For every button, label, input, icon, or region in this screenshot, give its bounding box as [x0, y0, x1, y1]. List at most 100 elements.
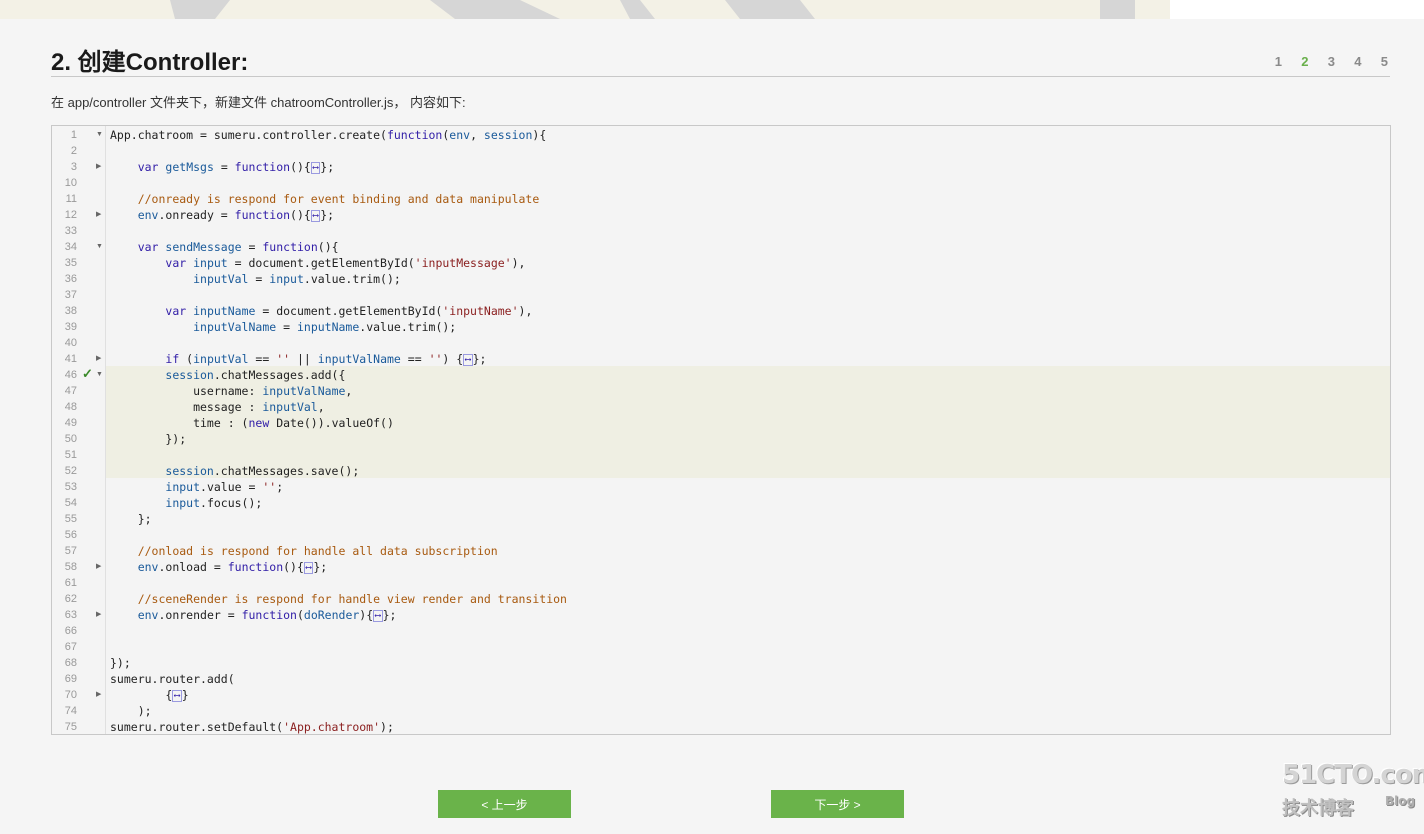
code-text: session.chatMessages.add({	[165, 368, 346, 382]
editor-code-area[interactable]: App.chatroom = sumeru.controller.create(…	[106, 126, 1390, 734]
fold-open-icon[interactable]: ▼	[96, 367, 103, 383]
code-line[interactable]	[106, 143, 1390, 159]
line-number: 70	[64, 689, 77, 701]
gutter-line: 37	[52, 287, 105, 303]
code-line[interactable]: App.chatroom = sumeru.controller.create(…	[106, 127, 1390, 143]
code-line[interactable]: env.onload = function(){⟷};	[106, 559, 1390, 575]
code-editor[interactable]: 1 ▼ 2 3 ▶ 10 11 12 ▶ 33 34 ▼ 35 36 37 38 39 40 41 ▶ 46 ✓ ▼ 47 48…	[51, 125, 1391, 735]
code-line[interactable]	[106, 287, 1390, 303]
code-line[interactable]	[106, 447, 1390, 463]
line-number: 57	[64, 545, 77, 557]
gutter-line: 36	[52, 271, 105, 287]
code-line[interactable]	[106, 527, 1390, 543]
step-link-3[interactable]: 3	[1309, 54, 1335, 69]
code-line[interactable]: username: inputValName,	[106, 383, 1390, 399]
code-line[interactable]: if (inputVal == '' || inputValName == ''…	[106, 351, 1390, 367]
line-number: 74	[64, 705, 77, 717]
fold-expand-marker[interactable]: ⟷	[172, 689, 182, 702]
prev-step-button[interactable]: < 上一步	[438, 790, 571, 818]
code-line[interactable]: var inputName = document.getElementById(…	[106, 303, 1390, 319]
fold-open-icon[interactable]: ▼	[96, 127, 103, 143]
code-line[interactable]: //onload is respond for handle all data …	[106, 543, 1390, 559]
gutter-line: 3 ▶	[52, 159, 105, 175]
code-line[interactable]	[106, 639, 1390, 655]
banner-graphic	[0, 0, 1424, 19]
code-line[interactable]: {⟷}	[106, 687, 1390, 703]
fold-expand-marker[interactable]: ⟷	[303, 561, 314, 574]
gutter-line: 49	[52, 415, 105, 431]
code-line[interactable]: var input = document.getElementById('inp…	[106, 255, 1390, 271]
line-number: 66	[64, 625, 77, 637]
line-number: 2	[70, 145, 77, 157]
line-number: 11	[65, 193, 77, 205]
gutter-line: 61	[52, 575, 105, 591]
line-number: 51	[64, 449, 77, 461]
code-line[interactable]: sumeru.router.add(	[106, 671, 1390, 687]
line-number: 53	[64, 481, 77, 493]
code-line[interactable]: session.chatMessages.save();	[106, 463, 1390, 479]
code-line[interactable]	[106, 623, 1390, 639]
code-line[interactable]: time : (new Date()).valueOf()	[106, 415, 1390, 431]
step-link-5[interactable]: 5	[1362, 54, 1388, 69]
line-number: 55	[64, 513, 77, 525]
code-line[interactable]: var getMsgs = function(){⟷};	[106, 159, 1390, 175]
code-line[interactable]	[106, 335, 1390, 351]
code-line[interactable]	[106, 175, 1390, 191]
gutter-line: 52	[52, 463, 105, 479]
fold-closed-icon[interactable]: ▶	[96, 159, 101, 175]
code-text: if (inputVal == '' || inputValName == ''…	[165, 352, 487, 366]
gutter-line: 67	[52, 639, 105, 655]
step-link-4[interactable]: 4	[1335, 54, 1361, 69]
code-text: env.onload = function(){⟷};	[137, 560, 328, 574]
gutter-line: 33	[52, 223, 105, 239]
fold-expand-marker[interactable]: ⟷	[373, 609, 383, 622]
line-number: 35	[64, 257, 77, 269]
gutter-line: 68	[52, 655, 105, 671]
fold-closed-icon[interactable]: ▶	[96, 351, 101, 367]
fold-expand-marker[interactable]: ⟷	[310, 209, 321, 222]
code-line[interactable]: });	[106, 655, 1390, 671]
code-text: );	[110, 704, 152, 718]
gutter-line: 38	[52, 303, 105, 319]
code-line[interactable]: };	[106, 511, 1390, 527]
line-number: 3	[70, 161, 77, 173]
code-text: });	[110, 432, 187, 446]
fold-closed-icon[interactable]: ▶	[96, 559, 101, 575]
code-line[interactable]: inputValName = inputName.value.trim();	[106, 319, 1390, 335]
code-line[interactable]: input.focus();	[106, 495, 1390, 511]
code-line[interactable]: inputVal = input.value.trim();	[106, 271, 1390, 287]
next-step-button[interactable]: 下一步 >	[771, 790, 904, 818]
code-line[interactable]: //onready is respond for event binding a…	[106, 191, 1390, 207]
gutter-line: 70 ▶	[52, 687, 105, 703]
code-line[interactable]: session.chatMessages.add({	[106, 367, 1390, 383]
gutter-line: 62	[52, 591, 105, 607]
step-link-2[interactable]: 2	[1282, 54, 1308, 69]
line-number: 48	[64, 401, 77, 413]
line-number: 10	[64, 177, 77, 189]
code-text: inputValName = inputName.value.trim();	[193, 320, 457, 334]
code-line[interactable]: });	[106, 431, 1390, 447]
code-line[interactable]	[106, 575, 1390, 591]
code-text: var sendMessage = function(){	[137, 240, 339, 254]
fold-open-icon[interactable]: ▼	[96, 239, 103, 255]
code-line[interactable]: );	[106, 703, 1390, 719]
step-link-1[interactable]: 1	[1256, 54, 1282, 69]
gutter-line: 35	[52, 255, 105, 271]
code-line[interactable]: env.onready = function(){⟷};	[106, 207, 1390, 223]
watermark-sub: 技术博客	[1282, 798, 1354, 819]
code-line[interactable]: message : inputVal,	[106, 399, 1390, 415]
fold-closed-icon[interactable]: ▶	[96, 207, 101, 223]
code-line[interactable]	[106, 223, 1390, 239]
code-line[interactable]: //sceneRender is respond for handle view…	[106, 591, 1390, 607]
line-number: 1	[70, 129, 77, 141]
code-line[interactable]: input.value = '';	[106, 479, 1390, 495]
top-banner	[0, 0, 1424, 19]
code-line[interactable]: sumeru.router.setDefault('App.chatroom')…	[106, 719, 1390, 734]
fold-closed-icon[interactable]: ▶	[96, 607, 101, 623]
fold-expand-marker[interactable]: ⟷	[463, 353, 473, 366]
code-text: });	[110, 656, 131, 670]
code-line[interactable]: var sendMessage = function(){	[106, 239, 1390, 255]
code-line[interactable]: env.onrender = function(doRender){⟷};	[106, 607, 1390, 623]
fold-expand-marker[interactable]: ⟷	[310, 161, 321, 174]
fold-closed-icon[interactable]: ▶	[96, 687, 101, 703]
